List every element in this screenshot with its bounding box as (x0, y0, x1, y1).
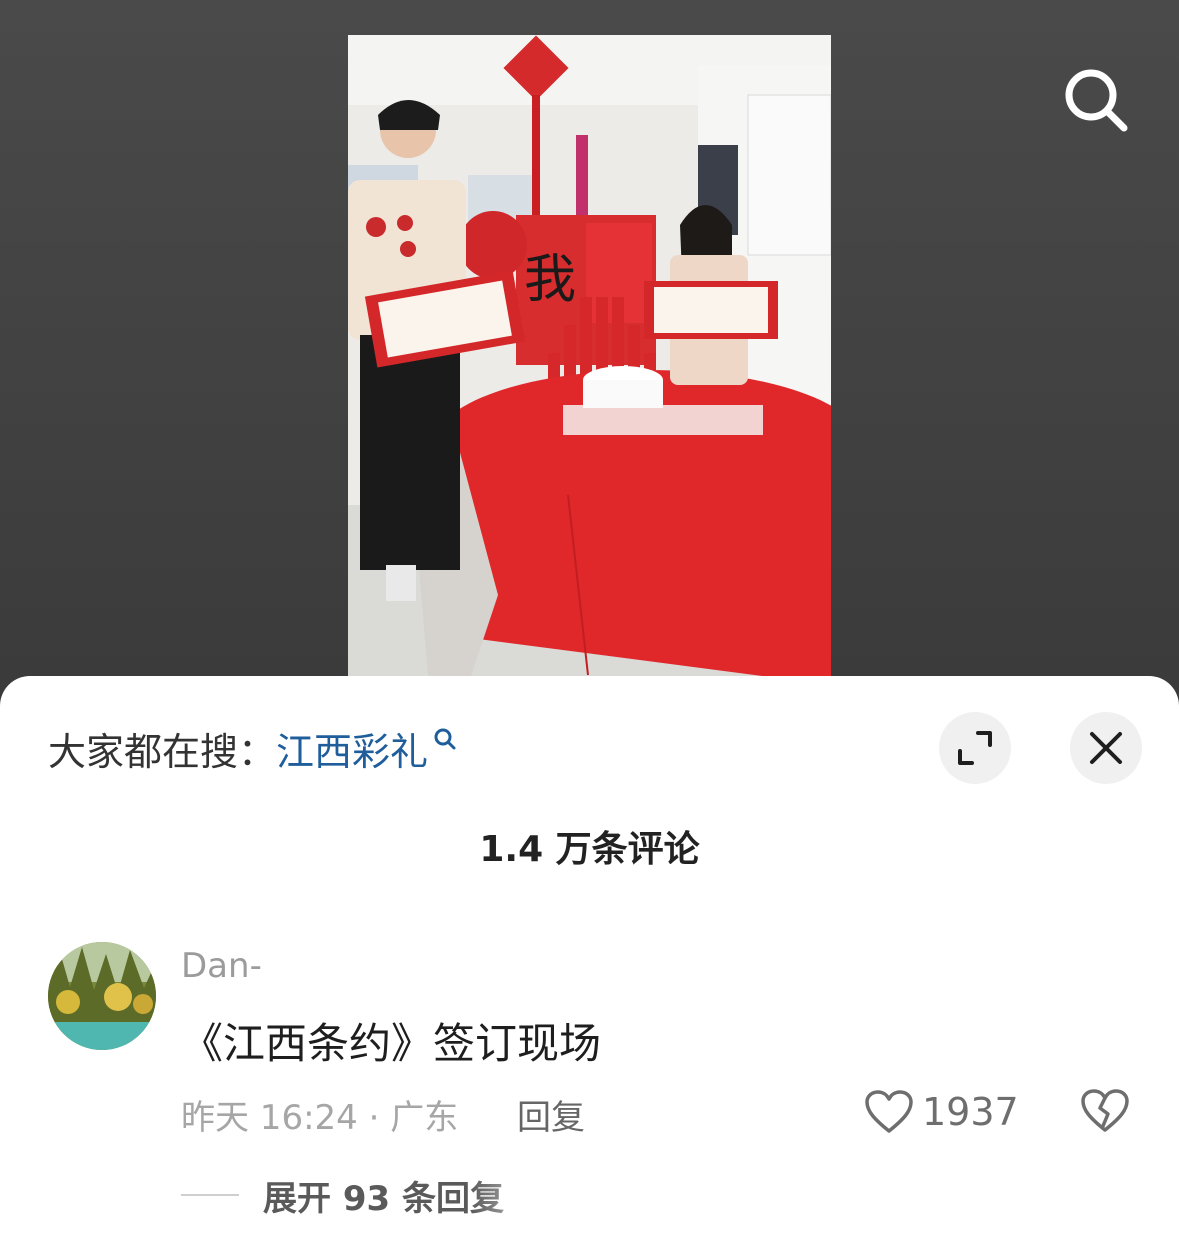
expand-icon (958, 731, 992, 765)
video-frame-image: 我 (348, 35, 831, 685)
search-icon (1065, 69, 1128, 132)
close-icon (1090, 732, 1122, 764)
comment-text: 《江西条约》签订现场 (181, 1019, 602, 1068)
avatar[interactable] (48, 942, 156, 1050)
comment-meta: 昨天 16:24 · 广东 (181, 1098, 459, 1138)
search-button[interactable] (1060, 64, 1132, 136)
like-button[interactable]: 1937 (864, 1086, 1019, 1138)
avatar-image (48, 942, 156, 1050)
close-button[interactable] (1070, 712, 1142, 784)
heart-icon (865, 1090, 913, 1133)
hot-search-prefix: 大家都在搜： (48, 729, 277, 774)
expand-replies-button[interactable]: 展开 93 条回复 (181, 1170, 504, 1220)
broken-heart-icon (1081, 1089, 1129, 1132)
dislike-button[interactable] (1080, 1086, 1130, 1136)
comment-count-title: 1.4 万条评论 (479, 829, 700, 870)
comment-username[interactable]: Dan- (181, 946, 262, 986)
svg-text:我: 我 (524, 250, 576, 310)
hot-search-term[interactable]: 江西彩礼 (276, 721, 428, 776)
hot-search-bar: 大家都在搜： 江西彩礼 (48, 718, 458, 778)
bottom-fade-overlay (470, 1172, 720, 1227)
expand-replies-label: 展开 93 条回复 (263, 1178, 504, 1219)
expand-replies-divider (181, 1194, 239, 1196)
hot-search-icon (434, 728, 456, 750)
like-count: 1937 (922, 1090, 1019, 1134)
reply-button[interactable]: 回复 (517, 1090, 585, 1139)
video-player[interactable]: 我 (348, 35, 831, 685)
expand-button[interactable] (939, 712, 1011, 784)
